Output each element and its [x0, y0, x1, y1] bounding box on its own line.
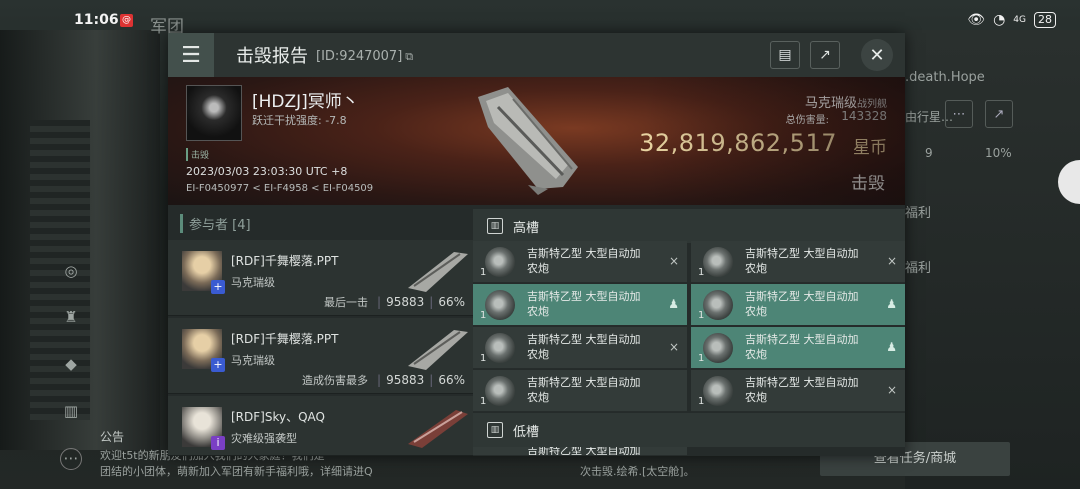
participant-name: [RDF]Sky、QAQ [231, 410, 325, 424]
autocannon-icon [703, 247, 733, 277]
status-badge: 击毁 [186, 148, 209, 161]
module-item[interactable]: 1 吉斯特乙型 大型自动加农炮 ♟ [473, 284, 687, 326]
participant-ship-image [408, 252, 468, 292]
notice-text: 次击毁.绘希.[太空舱]。 [580, 465, 695, 478]
victim-ship-class: 战列舰 [857, 99, 887, 110]
kill-location: EI-F0450977 < EI-F4958 < EI-F04509 [186, 183, 374, 194]
victim-banner: [HDZJ]冥师丶 跃迁干扰强度: -7.8 击毁 2023/03/03 23:… [168, 77, 905, 205]
isk-value: 32,819,862,517 [639, 129, 837, 157]
nav-icon-1[interactable]: ◎ [60, 262, 82, 284]
avatar: + [182, 329, 225, 372]
victim-security: 跃迁干扰强度: -7.8 [252, 114, 347, 127]
low-slot-header: ▥ 低槽 [473, 413, 905, 447]
status-bar: 11:06 @ 👁 ◔ 4G 28 [0, 8, 1080, 34]
module-state-icon: × [886, 383, 897, 397]
module-item[interactable]: 1 吉斯特乙型 大型自动加农炮 × [473, 327, 687, 369]
participant-ship: 灾难级强袭型 [231, 432, 297, 445]
person-icon: ♟ [668, 297, 679, 311]
participant-ship: 马克瑞级 [231, 354, 275, 367]
module-item[interactable]: 吉斯特乙型 大型自动加农炮 [473, 447, 687, 456]
total-damage-value: 143328 [841, 109, 887, 123]
autocannon-icon [485, 376, 515, 406]
panel-header: ☰ 击毁报告 [ID:9247007] ⧉ ▤ ↗ ✕ [168, 33, 905, 77]
module-state-icon: × [668, 340, 679, 354]
kill-time: 2023/03/03 23:03:30 UTC +8 [186, 165, 348, 178]
participant-name: [RDF]千舞樱落.PPT [231, 254, 339, 268]
victim-name[interactable]: [HDZJ]冥师丶 [252, 87, 359, 112]
isk-unit: 星币 [853, 138, 887, 158]
more-icon[interactable]: ⋯ [945, 100, 973, 128]
victim-avatar[interactable] [186, 85, 242, 141]
wifi-icon: ◔ [993, 12, 1006, 28]
module-item[interactable]: 1 吉斯特乙型 大型自动加农炮 [473, 370, 687, 412]
participant-name: [RDF]千舞樱落.PPT [231, 332, 339, 346]
background-value: 10% [985, 146, 1012, 160]
module-item[interactable]: 1 吉斯特乙型 大型自动加农炮 × [691, 241, 905, 283]
person-icon: ♟ [886, 297, 897, 311]
kill-id: [ID:9247007] [316, 49, 403, 64]
participant-ship-image [408, 410, 468, 448]
high-slot-header: ▥ 高槽 [473, 209, 905, 243]
background-right-panel [905, 30, 1080, 489]
kill-result: 击毁 [851, 174, 885, 194]
victim-ship-image[interactable] [468, 77, 588, 195]
nav-icon-3[interactable]: ◆ [60, 355, 82, 377]
share-icon[interactable]: ↗ [810, 41, 840, 69]
autocannon-icon [485, 247, 515, 277]
module-state-icon: × [886, 254, 897, 268]
autocannon-icon [485, 333, 515, 363]
high-slot-icon: ▥ [487, 218, 503, 234]
participant-stats: 最后一击 | 95883 | 66% [324, 295, 465, 309]
battery-icon: 28 [1034, 12, 1056, 28]
network-label: 4G [1013, 15, 1026, 25]
autocannon-icon [703, 376, 733, 406]
kill-report-panel: ☰ 击毁报告 [ID:9247007] ⧉ ▤ ↗ ✕ [HDZJ]冥师丶 跃迁… [168, 33, 905, 456]
plus-icon: + [211, 280, 225, 294]
total-damage-label: 总伤害量: [785, 115, 829, 126]
module-item[interactable]: 1 吉斯特乙型 大型自动加农炮 ♟ [691, 284, 905, 326]
participant-stats: 造成伤害最多 | 95883 | 66% [302, 373, 465, 387]
person-icon: ♟ [886, 340, 897, 354]
eye-icon: 👁 [967, 12, 986, 28]
module-item[interactable]: 1 吉斯特乙型 大型自动加农炮 ♟ [691, 327, 905, 369]
victim-ship-name: 马克瑞级 [804, 96, 857, 111]
open-external-icon[interactable]: ↗ [985, 100, 1013, 128]
autocannon-icon [703, 333, 733, 363]
background-text: 福利 [905, 206, 932, 221]
notice-text: 团结的小团体，萌新加入军团有新手福利哦，详细请进Q [100, 465, 373, 478]
notice-title: 公告 [100, 430, 125, 444]
avatar: + [182, 251, 225, 294]
background-text: .death.Hope [905, 70, 985, 85]
participant-row[interactable]: + [RDF]千舞樱落.PPT 马克瑞级 造成伤害最多 | 95883 | 66% [168, 318, 473, 394]
close-button[interactable]: ✕ [861, 39, 893, 71]
autocannon-icon [703, 290, 733, 320]
chat-icon[interactable]: ⋯ [60, 448, 82, 470]
low-slot-icon: ▥ [487, 422, 503, 438]
background-text: 福利 [905, 261, 932, 276]
participant-ship-image [408, 330, 468, 370]
page-title: 击毁报告 [236, 46, 308, 67]
clipboard-icon[interactable]: ▤ [770, 41, 800, 69]
participants-header: 参与者 [4] [180, 214, 251, 233]
info-icon: i [211, 436, 225, 450]
nav-icon-2[interactable]: ♜ [60, 308, 82, 330]
module-item[interactable]: 1 吉斯特乙型 大型自动加农炮 × [691, 370, 905, 412]
module-state-icon: × [668, 254, 679, 268]
participant-row[interactable]: + [RDF]千舞樱落.PPT 马克瑞级 最后一击 | 95883 | 66% [168, 240, 473, 316]
notification-icon: @ [120, 14, 133, 27]
nav-icon-4[interactable]: ▥ [60, 402, 82, 424]
plus-icon: + [211, 358, 225, 372]
participant-row[interactable]: i [RDF]Sky、QAQ 灾难级强袭型 [168, 396, 473, 456]
menu-icon[interactable]: ☰ [168, 33, 214, 77]
copy-icon[interactable]: ⧉ [405, 50, 413, 64]
avatar: i [182, 407, 225, 450]
autocannon-icon [485, 290, 515, 320]
participant-ship: 马克瑞级 [231, 276, 275, 289]
background-value: 9 [925, 146, 933, 160]
status-time: 11:06 [74, 12, 119, 28]
module-item[interactable]: 1 吉斯特乙型 大型自动加农炮 × [473, 241, 687, 283]
